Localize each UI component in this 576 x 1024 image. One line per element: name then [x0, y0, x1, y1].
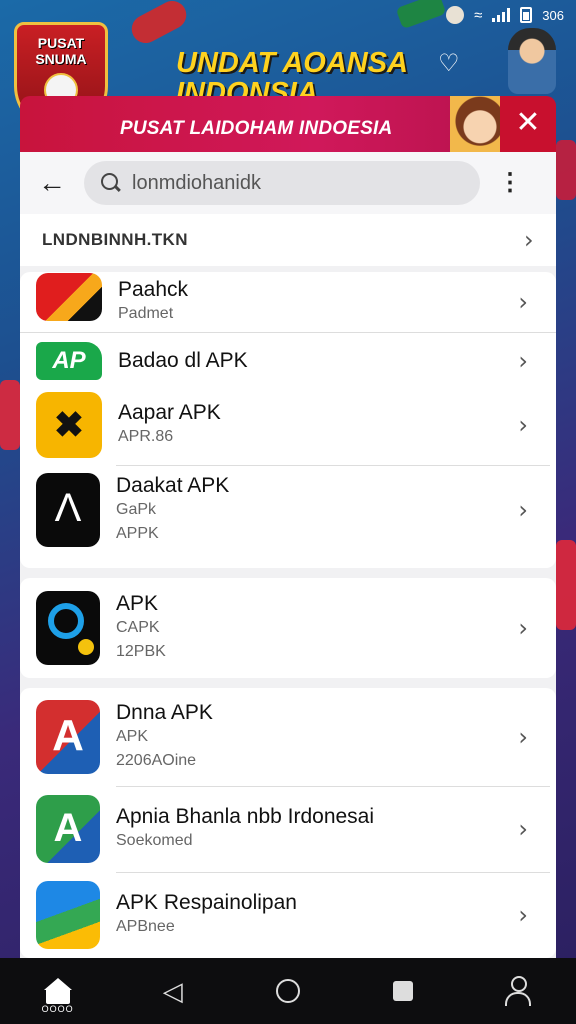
circle-icon: [275, 979, 300, 1003]
section-header[interactable]: LNDNBINNH.TKN ›: [20, 214, 556, 266]
section-header-label: LNDNBINNH.TKN: [42, 230, 188, 249]
app-name: Dnna APK: [116, 701, 213, 724]
person-icon: [505, 976, 532, 1006]
app-subtitle: APR.86: [118, 428, 174, 445]
app-name: APK: [116, 592, 159, 615]
ribbon-text: PUSAT LAIDOHAM INDOESIA: [120, 118, 393, 139]
home-icon: [43, 978, 72, 1004]
app-subtitle: Soekomed: [116, 832, 193, 849]
app-name: Paahck: [118, 278, 189, 301]
list-item[interactable]: A Dnna APK APK 2206AOine ›: [20, 688, 556, 786]
app-name: Aapar APK: [118, 401, 221, 424]
app-name: Badao dl APK: [118, 349, 248, 372]
green-a-logo-icon: A: [36, 795, 100, 863]
chevron-right-icon: ›: [518, 614, 528, 642]
chevron-right-icon: ›: [518, 901, 528, 929]
app-subtitle: APBnee: [116, 918, 175, 935]
list-item[interactable]: Λ Daakat APK GaPk APPK ›: [20, 460, 556, 560]
recents-button[interactable]: [373, 966, 433, 1016]
app-list-card: A Dnna APK APK 2206AOine › A Apnia Bhanl…: [20, 688, 556, 958]
chevron-right-icon: ›: [518, 815, 528, 843]
background-decoration: [556, 540, 576, 630]
home-circle-button[interactable]: [258, 966, 318, 1016]
heart-icon[interactable]: ♡: [438, 52, 464, 76]
scooter-logo-icon: ✖: [36, 392, 102, 458]
app-list-card: Paahck Padmet › AP Badao dl APK › ✖ Aapa…: [20, 272, 556, 568]
app-name: Apnia Bhanla nbb Irdonesai: [116, 805, 375, 828]
chevron-right-icon: ›: [518, 723, 528, 751]
promo-banner: PUSAT SNUMA UNDAT AOANSA INDONSIA ♡ PUSA…: [0, 0, 576, 152]
app-subtitle: APK: [116, 728, 149, 745]
app-list-card: APK CAPK 12PBK ›: [20, 578, 556, 678]
search-bar: ← ⋮: [20, 152, 556, 214]
list-item[interactable]: APK CAPK 12PBK ›: [20, 578, 556, 678]
search-input[interactable]: [132, 171, 462, 195]
list-item[interactable]: ✖ Aapar APK APR.86 ›: [20, 390, 556, 460]
search-box[interactable]: [84, 161, 480, 205]
chevron-right-icon: ›: [524, 226, 534, 254]
app-subtitle-2: APPK: [116, 525, 159, 542]
app-name: Daakat APK: [116, 474, 230, 497]
home-button[interactable]: OOOO: [28, 966, 88, 1016]
magnifier-logo-icon: [36, 591, 100, 665]
app-subtitle: CAPK: [116, 619, 160, 636]
mascot-boy-image: [508, 28, 556, 94]
square-icon: [393, 981, 414, 1001]
close-button[interactable]: ✕: [500, 96, 556, 152]
home-label: OOOO: [41, 1004, 74, 1014]
app-name: APK Respainolipan: [116, 891, 297, 914]
navigation-bar: OOOO ◁: [0, 958, 576, 1024]
list-item[interactable]: Paahck Padmet ›: [20, 272, 556, 332]
app-subtitle: GaPk: [116, 501, 157, 518]
promo-logo-text: PUSAT SNUMA: [35, 35, 87, 67]
back-triangle-icon: ◁: [162, 975, 183, 1006]
back-arrow-icon[interactable]: ←: [20, 167, 84, 199]
app-panel: ← ⋮ LNDNBINNH.TKN › Paahck Padmet › AP B…: [20, 152, 556, 958]
list-item[interactable]: APK Respainolipan APBnee ›: [20, 872, 556, 958]
back-button[interactable]: ◁: [143, 966, 203, 1016]
list-item[interactable]: A Apnia Bhanla nbb Irdonesai Soekomed ›: [20, 786, 556, 872]
promo-ribbon: PUSAT LAIDOHAM INDOESIA ✕: [20, 96, 556, 152]
red-a-logo-icon: A: [36, 700, 100, 774]
chevron-right-icon: ›: [518, 347, 528, 375]
list-item[interactable]: AP Badao dl APK ›: [20, 332, 556, 390]
app-subtitle-2: 12PBK: [116, 643, 166, 660]
chevron-right-icon: ›: [518, 411, 528, 439]
a-logo-icon: Λ: [36, 473, 100, 547]
app-subtitle: Padmet: [118, 305, 174, 322]
profile-button[interactable]: [488, 966, 548, 1016]
chevron-right-icon: ›: [518, 288, 528, 316]
arrow-logo-icon: [36, 273, 102, 321]
ap-logo-icon: AP: [36, 342, 102, 380]
maps-logo-icon: [36, 881, 100, 949]
search-icon: [100, 172, 122, 194]
app-subtitle-2: 2206AOine: [116, 752, 197, 769]
background-decoration: [0, 380, 20, 450]
chevron-right-icon: ›: [518, 496, 528, 524]
more-options-icon[interactable]: ⋮: [480, 171, 540, 195]
